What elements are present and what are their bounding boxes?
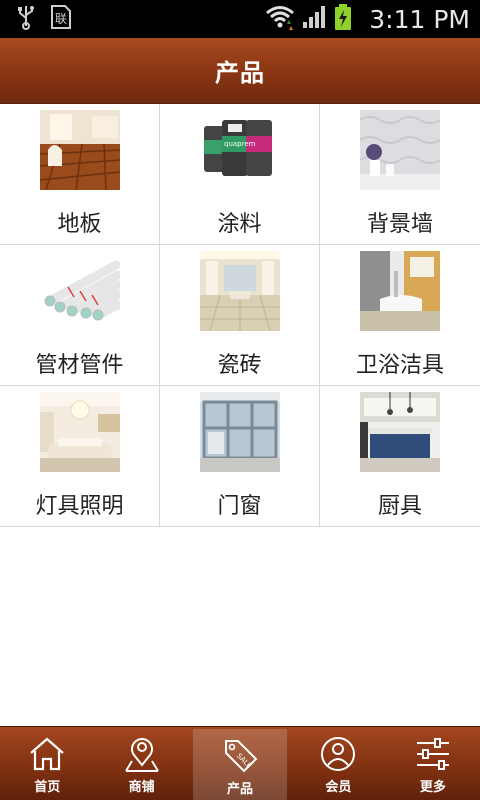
wallpaper-image [360,110,440,190]
bathroom-image [360,251,440,331]
category-label: 厨具 [377,494,422,519]
svg-text:quaprem: quaprem [224,140,256,148]
nav-member[interactable]: 会员 [291,727,385,800]
tiles-image [199,251,280,331]
page-title: 产品 [215,59,265,87]
price-tag-icon: SALE [220,737,260,775]
category-item-lighting[interactable]: 灯具照明 [0,386,160,527]
nav-products[interactable]: SALE 产品 [192,729,288,800]
windows-image [199,392,280,472]
category-label: 背景墙 [366,212,433,237]
category-item-bathroom[interactable]: 卫浴洁具 [320,245,480,386]
category-item-wallpaper[interactable]: 背景墙 [320,104,480,245]
signal-icon [301,4,327,34]
nav-label: 会员 [325,780,352,795]
member-icon [318,735,358,773]
category-item-kitchen[interactable]: 厨具 [320,386,480,527]
category-label: 涂料 [217,212,262,237]
app-header: 产品 [0,38,480,104]
wifi-icon [265,4,295,34]
nav-home[interactable]: 首页 [0,727,94,800]
category-label: 门窗 [217,494,262,519]
nav-label: 更多 [419,780,446,795]
category-label: 地板 [57,212,102,237]
category-item-floor[interactable]: 地板 [0,104,160,245]
category-item-paint[interactable]: quaprem 涂料 [160,104,320,245]
lighting-image [39,392,120,472]
svg-text:联: 联 [55,12,67,26]
category-grid: 地板 quaprem 涂料 背景墙 管材管件 瓷砖 卫浴洁具 灯具照明 门窗 厨… [0,104,480,527]
usb-icon [16,4,36,34]
map-pin-icon [122,735,162,773]
category-label: 卫浴洁具 [355,353,444,378]
category-item-pipes[interactable]: 管材管件 [0,245,160,386]
battery-charging-icon [333,3,353,35]
sliders-icon [413,735,453,773]
status-bar: 联 3:11 PM [0,0,480,38]
category-item-tiles[interactable]: 瓷砖 [160,245,320,386]
status-time: 3:11 PM [369,4,470,34]
sim-icon: 联 [50,4,72,34]
category-label: 管材管件 [35,353,124,378]
category-label: 瓷砖 [217,353,262,378]
nav-label: 产品 [227,782,254,797]
category-label: 灯具照明 [35,494,124,519]
category-item-windows[interactable]: 门窗 [160,386,320,527]
nav-label: 商铺 [128,780,155,795]
paint-image: quaprem [199,110,280,190]
nav-shops[interactable]: 商铺 [94,727,188,800]
bottom-nav: 首页 商铺 SALE 产品 会员 更多 [0,726,480,800]
floor-image [39,110,120,190]
nav-label: 首页 [34,780,61,795]
pipes-image [39,251,120,331]
kitchen-image [360,392,440,472]
home-icon [27,735,67,773]
nav-more[interactable]: 更多 [386,727,480,800]
